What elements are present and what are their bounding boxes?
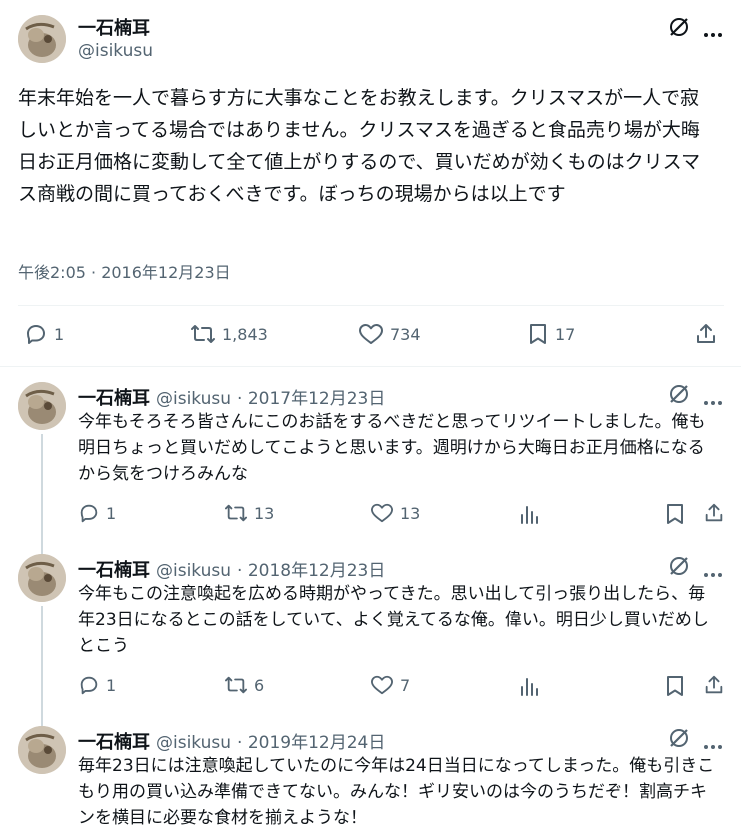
reply-date[interactable]: · 2019年12月24日 [237,728,385,753]
share-icon [697,324,715,343]
retweet-count: 13 [254,503,275,523]
like-count: 734 [390,324,421,344]
share-icon[interactable] [703,674,725,700]
bookmark-count: 17 [555,324,576,344]
retweet-count: 6 [254,675,265,695]
author-name[interactable]: 一石楠耳 [78,14,150,40]
retweet-button[interactable]: 13 [224,502,274,524]
share-button[interactable] [694,322,718,346]
tweet-timestamp[interactable]: 午後2:05 · 2016年12月23日 [18,259,231,283]
reply-date[interactable]: · 2018年12月23日 [237,556,385,581]
grok-icon[interactable] [668,383,690,409]
views-icon[interactable] [518,675,540,701]
retweet-count: 1,843 [222,324,268,344]
avatar[interactable] [18,554,66,602]
reply-text: 毎年23日には注意喚起していたのに今年は24日当日になってしまった。俺も引きこも… [78,756,715,828]
author-name[interactable]: 一石楠耳 [78,384,150,410]
retweet-icon [191,325,215,343]
retweet-icon [225,676,247,694]
like-icon [370,675,393,695]
like-count: 13 [400,503,421,523]
like-button[interactable]: 7 [370,674,410,696]
divider [18,305,724,306]
reply-count: 1 [54,324,65,344]
bookmark-icon [530,324,546,344]
views-icon[interactable] [518,503,540,529]
reply-button[interactable]: 1 [24,322,64,346]
retweet-button[interactable]: 6 [224,674,264,696]
reply-icon [80,504,98,523]
share-icon[interactable] [703,502,725,528]
divider [0,366,741,367]
thread-line [41,434,43,554]
reply-count: 1 [106,503,117,523]
like-icon [370,503,393,523]
like-button[interactable]: 734 [358,322,421,346]
author-handle[interactable]: @isikusu [78,41,153,61]
like-count: 7 [400,675,411,695]
grok-icon[interactable] [668,727,690,753]
reply-count: 1 [106,675,117,695]
more-icon[interactable] [703,23,723,42]
reply-button[interactable]: 1 [78,502,116,524]
reply-button[interactable]: 1 [78,674,116,696]
author-handle[interactable]: @isikusu [156,389,231,409]
more-icon[interactable] [703,563,723,582]
author-name[interactable]: 一石楠耳 [78,728,150,754]
more-icon[interactable] [703,391,723,410]
reply-text: 今年もそろそろ皆さんにこのお話をするべきだと思ってリツイートしました。俺も明日ち… [78,412,706,484]
reply-icon [27,325,45,344]
retweet-icon [225,504,247,522]
avatar[interactable] [18,726,66,774]
author-name[interactable]: 一石楠耳 [78,556,150,582]
like-icon [359,324,383,344]
bookmark-button[interactable]: 17 [527,322,575,346]
grok-icon[interactable] [668,555,690,581]
reply-date[interactable]: · 2017年12月23日 [237,384,385,409]
author-handle[interactable]: @isikusu [156,733,231,753]
bookmark-icon[interactable] [664,502,686,530]
avatar[interactable] [18,15,66,63]
retweet-button[interactable]: 1,843 [190,322,268,346]
reply-text: 今年もこの注意喚起を広める時期がやってきた。思い出して引っ張り出したら、毎年23… [78,584,709,656]
reply-icon [80,676,98,695]
like-button[interactable]: 13 [370,502,420,524]
bookmark-icon[interactable] [664,674,686,702]
avatar[interactable] [18,382,66,430]
thread-line [41,606,43,726]
author-handle[interactable]: @isikusu [156,561,231,581]
tweet-text: 年末年始を一人で暮らす方に大事なことをお教えします。クリスマスが一人で寂しいとか… [18,87,701,205]
more-icon[interactable] [703,735,723,754]
grok-icon[interactable] [668,16,690,42]
